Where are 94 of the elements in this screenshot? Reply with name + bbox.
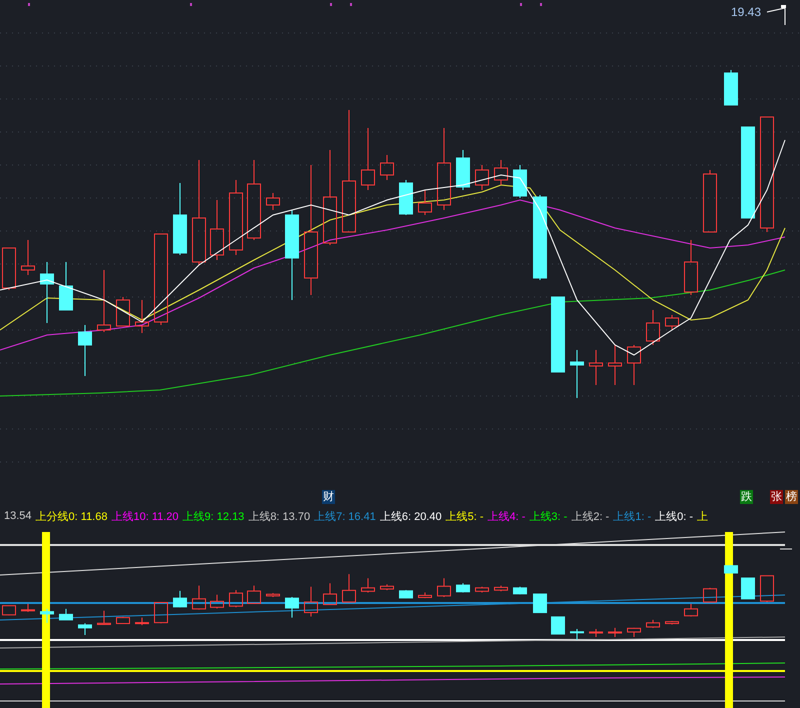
candlestick <box>192 585 206 610</box>
candlestick <box>760 575 774 603</box>
indicator-value: 上线0: - <box>655 510 694 524</box>
candlestick <box>59 608 73 620</box>
indicator-value: 上线4: - <box>488 510 526 524</box>
candlestick <box>266 192 280 210</box>
candlestick <box>247 585 261 604</box>
candlestick <box>116 296 130 326</box>
candlestick <box>40 262 54 324</box>
candlestick <box>266 592 280 598</box>
candlestick <box>21 240 35 276</box>
candlestick <box>627 344 641 386</box>
tick-mark <box>28 3 30 6</box>
tag-label: 榜 <box>785 490 798 504</box>
candlestick <box>475 164 489 190</box>
candlestick <box>418 190 432 216</box>
tick-mark <box>330 3 332 6</box>
candlestick <box>21 603 35 612</box>
indicator-value: 上分线0: 11.68 <box>36 510 108 524</box>
indicator-value: 上线10: 11.20 <box>111 510 179 524</box>
candlestick <box>741 578 755 600</box>
price-label: 19.43 <box>731 5 762 19</box>
high-marker-icon <box>766 5 786 26</box>
candlestick <box>380 154 394 180</box>
candlestick <box>399 180 413 216</box>
candlestick <box>304 586 318 617</box>
tag-label: 跌 <box>740 490 753 504</box>
tick-mark <box>190 3 192 6</box>
candlestick <box>380 584 394 591</box>
candlestick <box>684 240 698 296</box>
candlestick <box>570 628 584 640</box>
candlestick <box>608 627 622 638</box>
candlestick <box>135 617 149 626</box>
candlestick <box>361 128 375 190</box>
candlestick <box>703 587 717 603</box>
candlestick <box>627 627 641 638</box>
candlestick <box>135 300 149 334</box>
tick-mark <box>350 3 352 6</box>
candlestick <box>78 622 92 636</box>
candlestick <box>78 324 92 376</box>
candlestick <box>40 608 54 624</box>
candlestick <box>173 590 187 608</box>
candlestick <box>684 603 698 617</box>
indicator-value: 上线9: 12.13 <box>182 510 244 524</box>
indicator-value: 上线8: 13.70 <box>248 510 310 524</box>
candlestick <box>589 350 603 386</box>
candlestick <box>494 160 508 186</box>
indicator-value: 上线2: - <box>571 510 610 524</box>
tag-label: 财 <box>322 490 335 504</box>
candlestick <box>703 170 717 232</box>
indicator-value: 上线5: - <box>446 510 484 524</box>
candlestick <box>323 582 337 606</box>
candlestick <box>361 578 375 593</box>
candlestick <box>2 248 16 290</box>
candlestick <box>665 620 679 625</box>
tag-label: 张 <box>770 490 783 504</box>
candlestick <box>437 578 451 598</box>
candlestick <box>570 350 584 398</box>
candlestick <box>646 310 660 346</box>
candlestick <box>229 590 243 608</box>
candlestick <box>2 605 16 616</box>
candlestick <box>646 619 660 628</box>
tick-mark <box>540 3 542 6</box>
indicator-value: 上线6: 20.40 <box>380 510 442 524</box>
indicator-value: 上线1: - <box>613 510 652 524</box>
candlestick <box>456 150 470 190</box>
indicator-value: 13.54 <box>4 510 32 522</box>
candlestick <box>59 262 73 310</box>
candlestick <box>665 314 679 330</box>
candlestick <box>210 594 224 609</box>
candlestick <box>533 593 547 614</box>
indicator-value: 上线7: 16.41 <box>314 510 376 524</box>
candlestick <box>513 164 527 198</box>
candlestick <box>551 616 565 635</box>
indicator-value: 上 <box>697 510 708 524</box>
candlestick <box>97 610 111 626</box>
candlestick <box>418 592 432 599</box>
candlestick <box>97 270 111 332</box>
candlestick <box>399 590 413 599</box>
candlestick <box>456 582 470 593</box>
candlestick <box>342 574 356 603</box>
candlestick <box>210 200 224 260</box>
candlestick <box>724 564 738 574</box>
candlestick <box>589 628 603 638</box>
candlestick <box>116 616 130 624</box>
candlestick <box>475 586 489 593</box>
candlestick <box>285 596 299 618</box>
candlestick <box>494 585 508 592</box>
candlestick <box>724 70 738 106</box>
tick-mark <box>520 3 522 6</box>
indicator-value: 上线3: - <box>529 510 568 524</box>
candlestick <box>513 586 527 595</box>
candlestick <box>608 344 622 386</box>
candlestick <box>154 602 168 624</box>
